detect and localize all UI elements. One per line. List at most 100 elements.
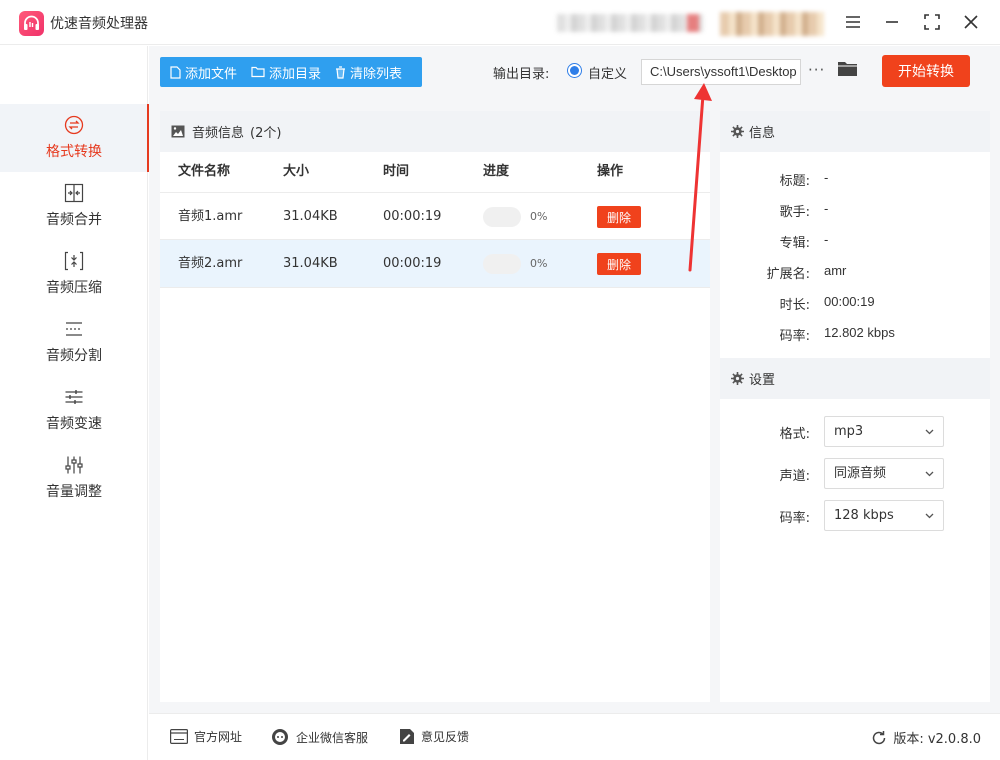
column-header: 大小	[283, 164, 310, 179]
column-header: 文件名称	[178, 164, 231, 179]
info-header: 信息	[720, 111, 990, 152]
trash-icon	[336, 65, 346, 79]
merge-icon	[64, 183, 84, 203]
add-directory-button[interactable]: 添加目录	[251, 63, 321, 82]
info-value: -	[824, 170, 829, 185]
audio-file-panel: 音频信息 (2个) 文件名称 大小 时间 进度 操作 音频1.amr 31.04…	[160, 111, 710, 702]
bitrate-select[interactable]: 128 kbps	[824, 500, 944, 531]
wechat-label: 企业微信客服	[296, 730, 369, 745]
info-value: 12.802 kbps	[824, 325, 895, 340]
info-value: -	[824, 201, 829, 216]
info-value: amr	[824, 263, 847, 278]
sidebar-item-label: 音频合并	[46, 212, 102, 228]
table-row[interactable]: 音频2.amr 31.04KB 00:00:19 0% 删除	[160, 240, 710, 288]
file-icon	[170, 65, 181, 79]
app-logo-icon	[19, 11, 44, 36]
column-header: 操作	[597, 164, 624, 179]
sidebar-item-audio-merge[interactable]: 音频合并	[0, 172, 148, 240]
clear-list-button[interactable]: 清除列表	[335, 63, 402, 82]
menu-button[interactable]	[840, 10, 866, 34]
browse-more-button[interactable]: ···	[808, 61, 825, 79]
close-button[interactable]	[958, 10, 984, 34]
file-toolbar: 添加文件 添加目录 清除列表	[160, 57, 422, 87]
output-path-input[interactable]: C:\Users\yssoft1\Desktop	[641, 59, 801, 85]
channel-select-value: 同源音频	[834, 466, 887, 481]
volume-icon	[65, 456, 83, 474]
settings-header: 设置	[720, 358, 990, 399]
sidebar-item-audio-compress[interactable]: 音频压缩	[0, 240, 148, 308]
add-file-label: 添加文件	[185, 66, 238, 82]
sidebar-item-audio-split[interactable]: 音频分割	[0, 308, 148, 376]
audio-info-title: 音频信息	[192, 126, 245, 141]
sidebar-item-label: 音量调整	[46, 484, 102, 500]
file-count: (2个)	[250, 126, 282, 141]
info-value: 00:00:19	[824, 294, 875, 309]
custom-output-radio[interactable]	[567, 63, 582, 78]
split-icon	[66, 322, 82, 336]
setting-key: 码率:	[779, 511, 810, 526]
hamburger-icon	[846, 16, 860, 28]
info-key: 码率:	[779, 329, 810, 344]
sidebar: 格式转换 音频合并 音频压缩 音频分割 音频变速 音量调整	[0, 46, 149, 760]
info-key: 专辑:	[779, 236, 810, 251]
file-size: 31.04KB	[283, 256, 338, 271]
column-header: 时间	[383, 164, 410, 179]
chevron-down-icon	[925, 471, 934, 477]
sidebar-item-volume-adjust[interactable]: 音量调整	[0, 444, 148, 512]
start-convert-button[interactable]: 开始转换	[882, 55, 970, 87]
image-icon	[171, 125, 185, 138]
folder-outline-icon	[251, 66, 265, 78]
sidebar-item-audio-speed[interactable]: 音频变速	[0, 376, 148, 444]
info-key: 歌手:	[779, 205, 810, 220]
swap-icon	[64, 115, 84, 135]
clear-list-label: 清除列表	[350, 66, 403, 82]
format-select[interactable]: mp3	[824, 416, 944, 447]
progress-text: 0%	[530, 210, 548, 223]
gear-icon	[731, 372, 744, 385]
fullscreen-icon	[924, 14, 940, 30]
channel-select[interactable]: 同源音频	[824, 458, 944, 489]
settings-title: 设置	[749, 373, 776, 388]
version-label: 版本: v2.0.8.0	[893, 732, 981, 747]
footer-bar: 官方网址 企业微信客服 意见反馈 版本: v2.0.8.0	[149, 713, 1000, 760]
delete-button[interactable]: 删除	[597, 253, 641, 275]
custom-output-label: 自定义	[588, 67, 628, 82]
add-file-button[interactable]: 添加文件	[170, 63, 237, 82]
feedback-link[interactable]: 意见反馈	[399, 728, 469, 745]
output-dir-label: 输出目录:	[493, 67, 550, 82]
version-info: 版本: v2.0.8.0	[871, 728, 981, 747]
folder-icon	[838, 62, 857, 76]
chevron-down-icon	[925, 429, 934, 435]
official-website-link[interactable]: 官方网址	[170, 728, 242, 745]
table-row[interactable]: 音频1.amr 31.04KB 00:00:19 0% 删除	[160, 192, 710, 240]
compress-icon	[64, 251, 84, 271]
progress-bar	[483, 207, 521, 227]
minimize-button[interactable]	[879, 10, 905, 34]
sidebar-item-format-convert[interactable]: 格式转换	[0, 104, 149, 172]
info-key: 标题:	[779, 174, 810, 189]
blurred-user-avatar[interactable]	[720, 12, 824, 36]
add-directory-label: 添加目录	[269, 66, 322, 82]
file-name: 音频2.amr	[178, 256, 243, 271]
sidebar-item-label: 音频分割	[46, 348, 102, 364]
progress-text: 0%	[530, 257, 548, 270]
maximize-button[interactable]	[919, 10, 945, 34]
setting-key: 声道:	[779, 469, 810, 484]
info-value: -	[824, 232, 829, 247]
file-duration: 00:00:19	[383, 209, 442, 224]
open-folder-button[interactable]	[837, 60, 858, 82]
file-size: 31.04KB	[283, 209, 338, 224]
setting-key: 格式:	[779, 427, 810, 442]
audio-info-header: 音频信息 (2个)	[160, 111, 710, 152]
gear-icon	[731, 125, 744, 138]
info-key: 扩展名:	[766, 267, 810, 282]
info-title: 信息	[749, 126, 776, 141]
wechat-service-link[interactable]: 企业微信客服	[271, 728, 368, 746]
app-title: 优速音频处理器	[50, 16, 148, 32]
sidebar-item-label: 音频压缩	[46, 280, 102, 296]
title-bar: 优速音频处理器	[0, 0, 1000, 45]
feedback-icon	[400, 729, 414, 744]
file-name: 音频1.amr	[178, 209, 243, 224]
blurred-account-info	[557, 14, 703, 32]
delete-button[interactable]: 删除	[597, 206, 641, 228]
